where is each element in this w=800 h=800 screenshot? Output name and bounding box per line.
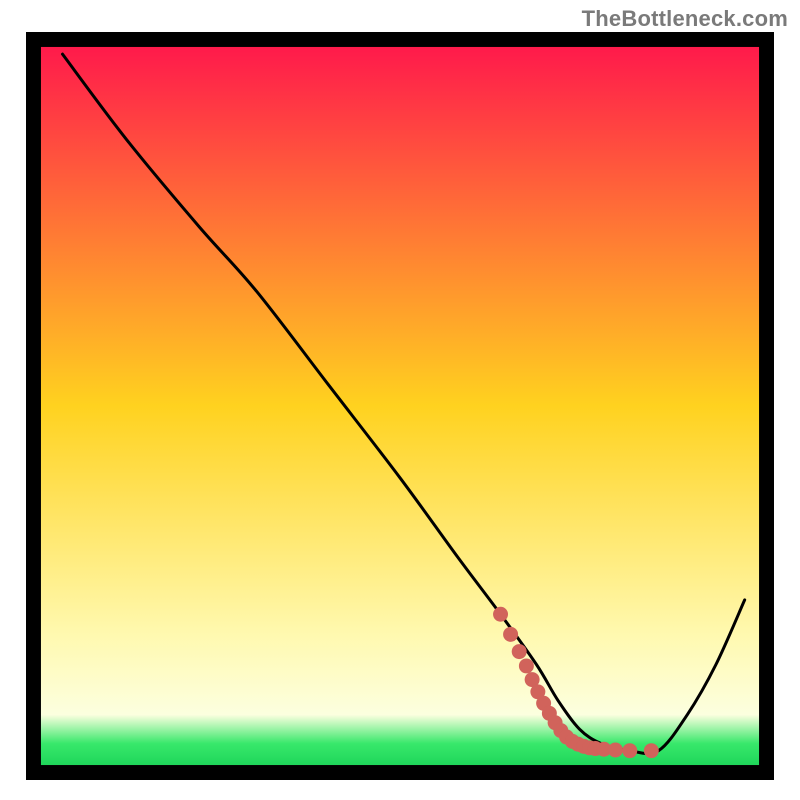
chart-frame <box>26 32 774 780</box>
chart-gradient-rect <box>41 47 759 765</box>
highlight-dot <box>493 607 508 622</box>
highlight-dot <box>608 742 623 757</box>
highlight-dot <box>519 658 534 673</box>
highlight-dot <box>622 743 637 758</box>
highlight-dot <box>644 743 659 758</box>
chart-svg <box>26 32 774 780</box>
chart-stage: TheBottleneck.com <box>0 0 800 800</box>
watermark-label: TheBottleneck.com <box>582 6 788 32</box>
highlight-dot <box>512 644 527 659</box>
highlight-dot <box>503 627 518 642</box>
